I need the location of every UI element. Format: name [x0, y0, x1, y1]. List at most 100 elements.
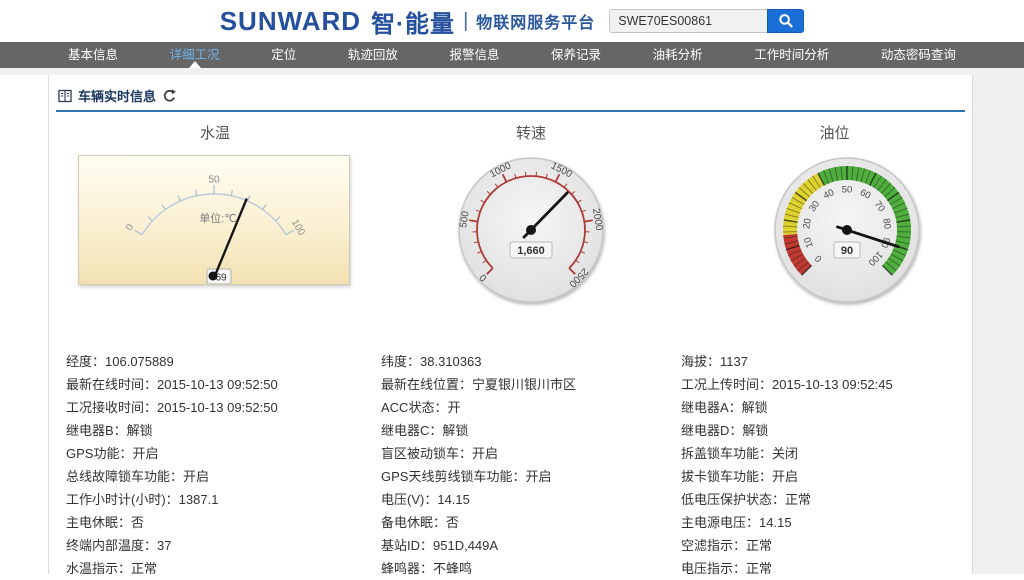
section-header: 车辆实时信息: [56, 80, 965, 112]
section-title: 车辆实时信息: [78, 86, 156, 105]
nav-tab-8[interactable]: 工作时间分析: [750, 42, 833, 68]
detail-value: 解锁: [742, 423, 768, 438]
detail-value: 1137: [720, 354, 748, 369]
detail-value: 正常: [746, 538, 772, 553]
detail-row: 继电器C：解锁: [381, 419, 681, 442]
detail-label: 工况接收时间：: [66, 400, 157, 415]
detail-label: 最新在线时间：: [66, 377, 157, 392]
detail-value: 否: [446, 515, 459, 530]
detail-label: 空滤指示：: [681, 538, 746, 553]
content-panel: 车辆实时信息 水温 050100单位:℃69 转速 05001000150020…: [48, 75, 973, 574]
svg-text:20: 20: [801, 218, 814, 230]
gauge-row: 水温 050100单位:℃69 转速 050010001500200025001…: [49, 122, 972, 310]
detail-label: 继电器C：: [381, 423, 442, 438]
detail-label: 最新在线位置：: [381, 377, 472, 392]
vehicle-details-grid: 经度：106.075889最新在线时间：2015-10-13 09:52:50工…: [49, 350, 972, 580]
nav-tab-9[interactable]: 动态密码查询: [877, 42, 960, 68]
svg-text:50: 50: [842, 185, 853, 196]
left-gutter: [0, 75, 48, 574]
detail-row: GPS功能：开启: [66, 442, 381, 465]
search-icon: [778, 13, 794, 29]
brand-wordmark: SUNWARD: [220, 8, 361, 34]
refresh-icon: [162, 89, 176, 103]
svg-text:90: 90: [841, 245, 853, 257]
nav-tab-5[interactable]: 报警信息: [445, 42, 503, 68]
detail-row: 电压指示：正常: [681, 557, 972, 580]
detail-label: 工作小时计(小时)：: [66, 492, 179, 507]
detail-label: 继电器B：: [66, 423, 127, 438]
detail-row: 最新在线时间：2015-10-13 09:52:50: [66, 373, 381, 396]
svg-text:0: 0: [124, 222, 137, 233]
detail-value: 开启: [472, 446, 498, 461]
detail-label: 基站ID：: [381, 538, 433, 553]
detail-row: 经度：106.075889: [66, 350, 381, 373]
water-temp-gauge: 050100单位:℃69: [78, 155, 350, 285]
logo-divider: |: [463, 10, 468, 33]
detail-value: 951D,449A: [433, 538, 498, 553]
detail-label: 工况上传时间：: [681, 377, 772, 392]
logo: SUNWARD 智·能量 | 物联网服务平台: [220, 4, 596, 39]
search-input[interactable]: [609, 9, 767, 33]
detail-value: 106.075889: [105, 354, 174, 369]
svg-text:1,660: 1,660: [517, 245, 545, 257]
platform-name: 物联网服务平台: [476, 9, 595, 33]
detail-column: 经度：106.075889最新在线时间：2015-10-13 09:52:50工…: [66, 350, 381, 580]
detail-value: 关闭: [772, 446, 798, 461]
gauge-title-oil: 油位: [681, 122, 972, 142]
detail-row: 拔卡锁车功能：开启: [681, 465, 972, 488]
svg-text:100: 100: [289, 218, 307, 238]
detail-value: 正常: [785, 492, 811, 507]
detail-value: 开启: [525, 469, 551, 484]
detail-row: 电压(V)：14.15: [381, 488, 681, 511]
nav-tab-1[interactable]: 基本信息: [64, 42, 122, 68]
detail-value: 宁夏银川银川市区: [472, 377, 576, 392]
detail-label: 主电源电压：: [681, 515, 759, 530]
detail-value: 37: [157, 538, 171, 553]
detail-label: 低电压保护状态：: [681, 492, 785, 507]
gauge-title-rpm: 转速: [381, 122, 681, 142]
detail-row: 总线故障锁车功能：开启: [66, 465, 381, 488]
detail-label: 继电器A：: [681, 400, 742, 415]
gauge-block-rpm: 转速 050010001500200025001,660: [381, 122, 681, 310]
svg-text:80: 80: [880, 218, 893, 230]
detail-row: 备电休眠：否: [381, 511, 681, 534]
detail-column: 海拔：1137工况上传时间：2015-10-13 09:52:45继电器A：解锁…: [681, 350, 972, 580]
detail-row: 水温指示：正常: [66, 557, 381, 580]
nav-tab-6[interactable]: 保养记录: [547, 42, 605, 68]
detail-value: 14.15: [759, 515, 792, 530]
ledger-icon: [58, 89, 72, 103]
detail-row: 蜂鸣器：不蜂鸣: [381, 557, 681, 580]
detail-value: 解锁: [742, 400, 768, 415]
search-button[interactable]: [767, 9, 804, 33]
detail-row: 最新在线位置：宁夏银川银川市区: [381, 373, 681, 396]
detail-label: 总线故障锁车功能：: [66, 469, 183, 484]
detail-value: 开启: [132, 446, 158, 461]
nav-tab-4[interactable]: 轨迹回放: [344, 42, 402, 68]
detail-value: 解锁: [127, 423, 153, 438]
detail-value: 38.310363: [420, 354, 481, 369]
nav-tab-2[interactable]: 详细工况: [166, 42, 224, 68]
detail-value: 解锁: [442, 423, 468, 438]
detail-label: 主电休眠：: [66, 515, 131, 530]
nav-tab-3[interactable]: 定位: [267, 42, 300, 68]
rpm-gauge-svg: 050010001500200025001,660: [451, 150, 611, 310]
active-tab-caret: [189, 61, 201, 68]
top-header: SUNWARD 智·能量 | 物联网服务平台: [0, 0, 1024, 42]
detail-value: 2015-10-13 09:52:45: [772, 377, 893, 392]
detail-column: 纬度：38.310363最新在线位置：宁夏银川银川市区ACC状态：开继电器C：解…: [381, 350, 681, 580]
detail-row: 工况接收时间：2015-10-13 09:52:50: [66, 396, 381, 419]
detail-row: 继电器D：解锁: [681, 419, 972, 442]
detail-value: 开启: [183, 469, 209, 484]
detail-label: 海拔：: [681, 354, 720, 369]
detail-row: 工况上传时间：2015-10-13 09:52:45: [681, 373, 972, 396]
detail-row: 海拔：1137: [681, 350, 972, 373]
detail-label: 盲区被动锁车：: [381, 446, 472, 461]
detail-row: 继电器A：解锁: [681, 396, 972, 419]
detail-value: 否: [131, 515, 144, 530]
detail-row: 空滤指示：正常: [681, 534, 972, 557]
detail-row: 基站ID：951D,449A: [381, 534, 681, 557]
gauge-block-water: 水温 050100单位:℃69: [49, 122, 381, 310]
detail-value: 开启: [772, 469, 798, 484]
refresh-button[interactable]: [162, 89, 176, 103]
nav-tab-7[interactable]: 油耗分析: [649, 42, 707, 68]
